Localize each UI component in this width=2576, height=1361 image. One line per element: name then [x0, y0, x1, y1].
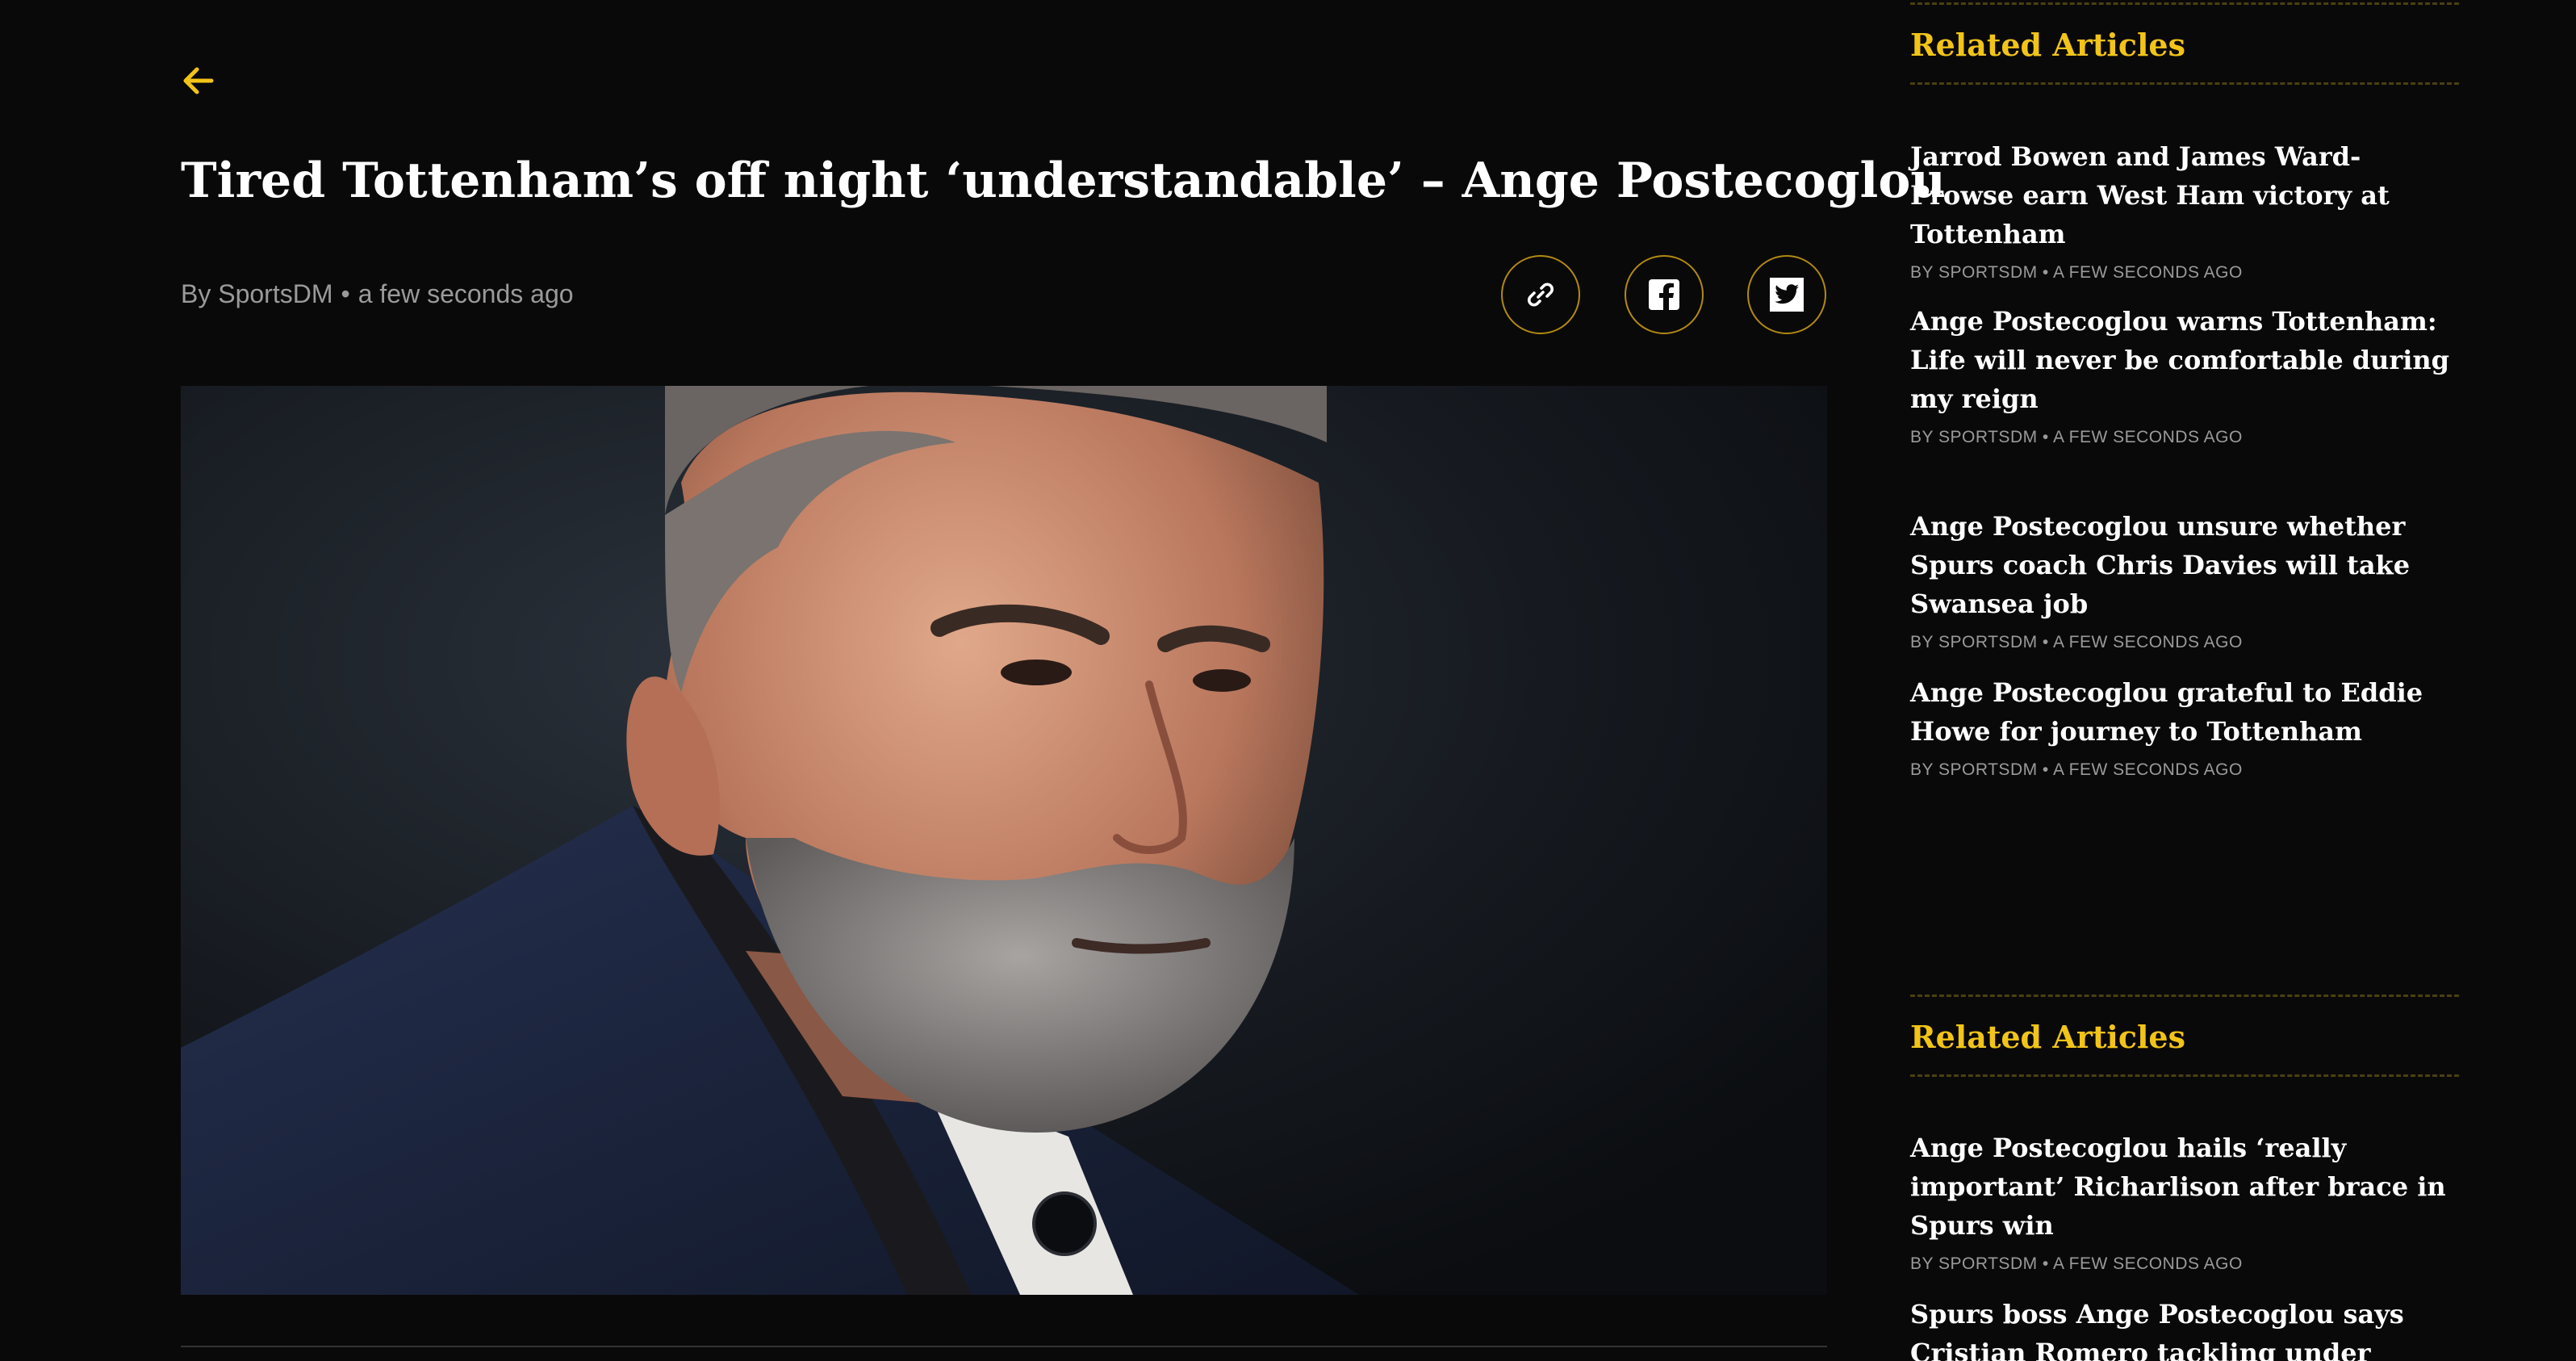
- arrow-left-icon: [183, 67, 214, 94]
- related-article-meta: BY SPORTSDM • A FEW SECONDS AGO: [1910, 633, 2243, 651]
- related-article-title[interactable]: Ange Postecoglou warns Tottenham: Life w…: [1910, 302, 2459, 418]
- related-article-meta: BY SPORTSDM • A FEW SECONDS AGO: [1910, 428, 2243, 446]
- related-articles-header: Related Articles: [1910, 2, 2459, 85]
- facebook-share-button[interactable]: [1625, 255, 1704, 334]
- link-icon: [1528, 283, 1554, 307]
- copy-link-button[interactable]: [1501, 255, 1580, 334]
- related-article-title[interactable]: Ange Postecoglou grateful to Eddie Howe …: [1910, 673, 2459, 751]
- related-article-title[interactable]: Jarrod Bowen and James Ward-Prowse earn …: [1910, 137, 2459, 253]
- article-headline: Tired Tottenham’s off night ‘understanda…: [181, 153, 1946, 209]
- twitter-icon: [1770, 278, 1804, 312]
- related-articles-heading: Related Articles: [1910, 1019, 2185, 1055]
- byline-separator: •: [341, 279, 350, 308]
- related-articles-header: Related Articles: [1910, 995, 2459, 1077]
- portrait-illustration: [181, 386, 1827, 1295]
- related-article-item[interactable]: Ange Postecoglou grateful to Eddie Howe …: [1910, 673, 2459, 780]
- twitter-share-button[interactable]: [1747, 255, 1826, 334]
- related-article-title[interactable]: Ange Postecoglou unsure whether Spurs co…: [1910, 507, 2459, 623]
- facebook-icon: [1649, 279, 1679, 310]
- related-article-item[interactable]: Ange Postecoglou unsure whether Spurs co…: [1910, 507, 2459, 652]
- related-article-item[interactable]: Spurs boss Ange Postecoglou says Cristia…: [1910, 1295, 2459, 1361]
- article-page: Tired Tottenham’s off night ‘understanda…: [0, 0, 2576, 1361]
- article-hero-image: [181, 386, 1827, 1295]
- related-article-item[interactable]: Jarrod Bowen and James Ward-Prowse earn …: [1910, 137, 2459, 283]
- publish-time: a few seconds ago: [358, 279, 574, 308]
- related-article-item[interactable]: Ange Postecoglou hails ‘really important…: [1910, 1129, 2459, 1274]
- related-article-meta: BY SPORTSDM • A FEW SECONDS AGO: [1910, 760, 2243, 779]
- article-byline: By SportsDM • a few seconds ago: [181, 279, 574, 309]
- related-article-title[interactable]: Spurs boss Ange Postecoglou says Cristia…: [1910, 1295, 2459, 1361]
- related-article-meta: BY SPORTSDM • A FEW SECONDS AGO: [1910, 263, 2243, 282]
- content-divider: [181, 1346, 1827, 1347]
- back-button[interactable]: [179, 61, 218, 100]
- related-article-title[interactable]: Ange Postecoglou hails ‘really important…: [1910, 1129, 2459, 1245]
- related-article-meta: BY SPORTSDM • A FEW SECONDS AGO: [1910, 1254, 2243, 1273]
- related-article-item[interactable]: Ange Postecoglou warns Tottenham: Life w…: [1910, 302, 2459, 447]
- related-articles-heading: Related Articles: [1910, 27, 2185, 63]
- author-name: By SportsDM: [181, 279, 333, 308]
